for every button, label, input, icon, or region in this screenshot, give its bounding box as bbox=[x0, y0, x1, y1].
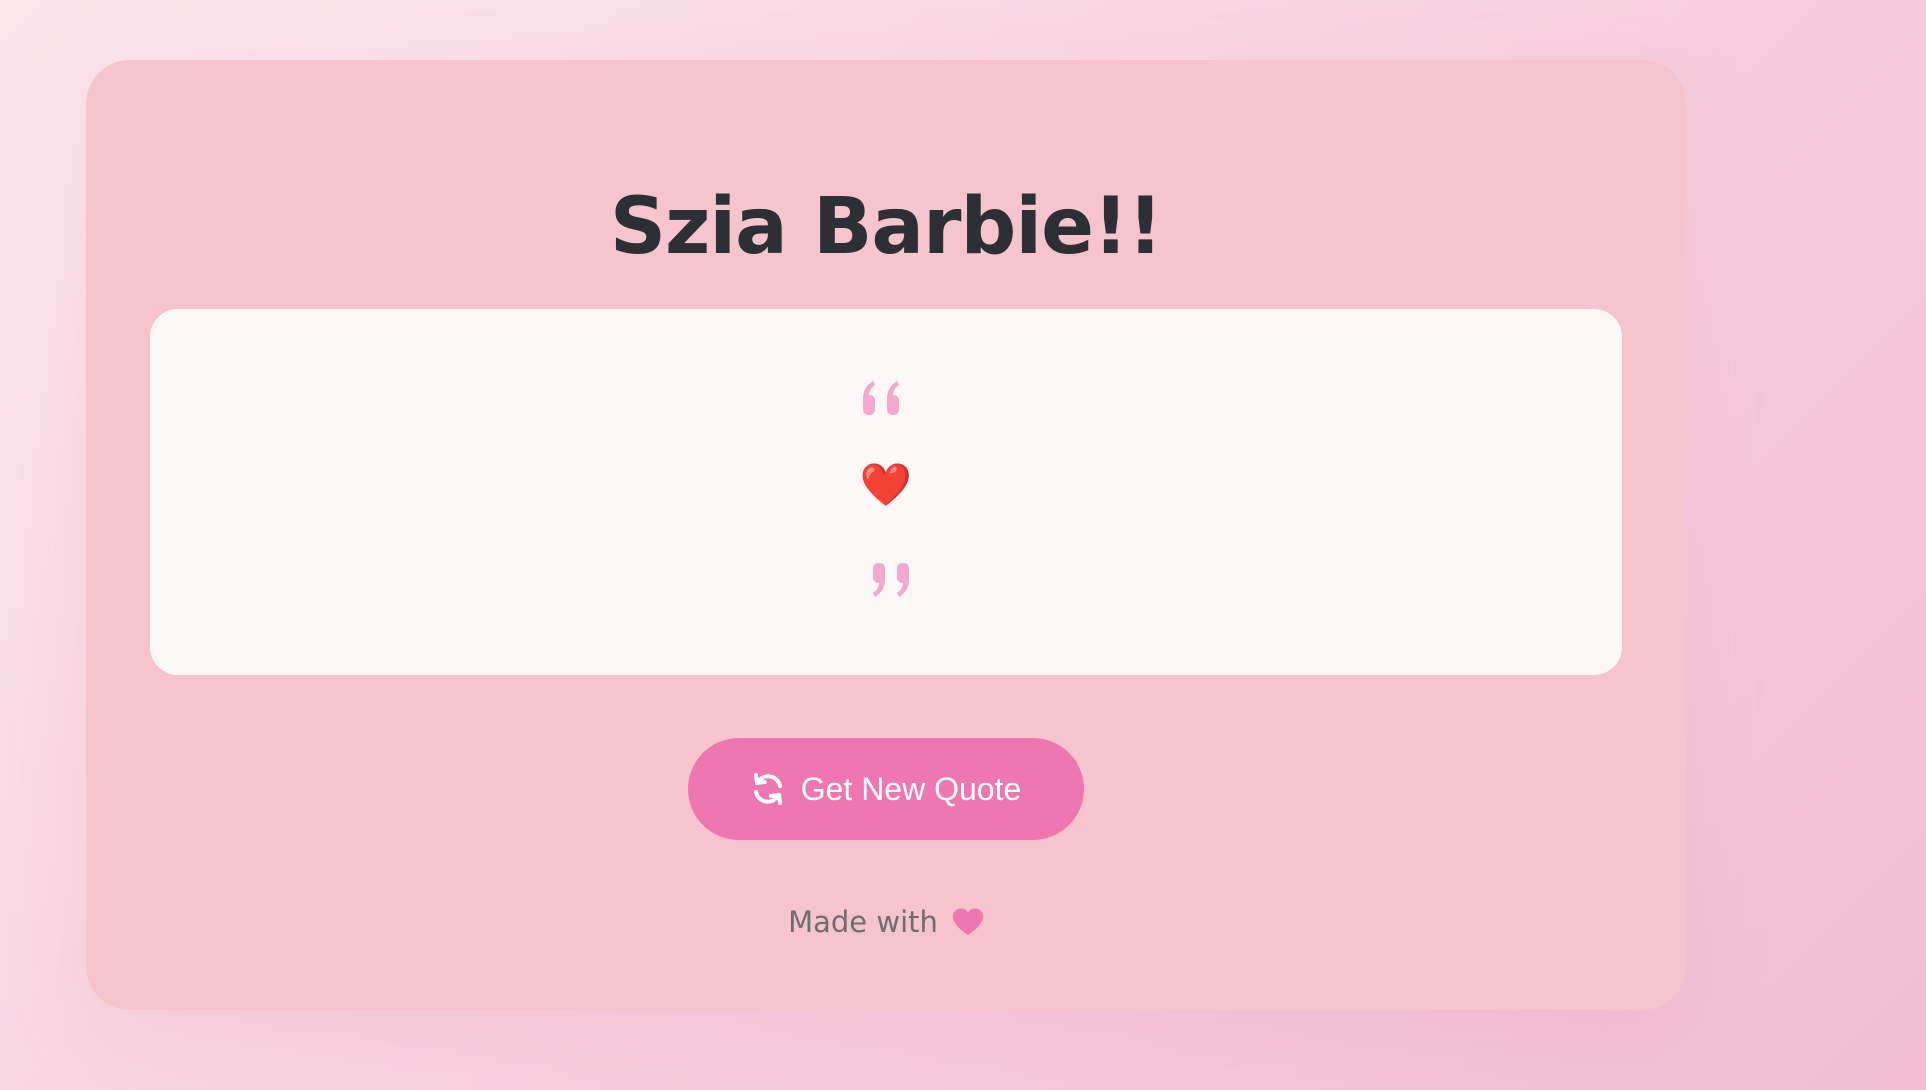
quote-right-icon bbox=[150, 563, 1622, 599]
sync-icon bbox=[751, 772, 785, 806]
quote-text: ❤️ bbox=[859, 460, 913, 509]
quote-left-icon bbox=[150, 379, 1622, 415]
quote-card: Szia Barbie!! ❤️ Get New Quote Made with bbox=[86, 60, 1686, 1010]
footer: Made with bbox=[86, 905, 1686, 939]
page-title: Szia Barbie!! bbox=[609, 182, 1163, 272]
get-new-quote-button[interactable]: Get New Quote bbox=[688, 738, 1084, 840]
footer-label: Made with bbox=[788, 905, 938, 939]
quote-box: ❤️ bbox=[150, 309, 1622, 675]
heart-icon bbox=[952, 908, 984, 936]
get-new-quote-label: Get New Quote bbox=[800, 770, 1022, 807]
